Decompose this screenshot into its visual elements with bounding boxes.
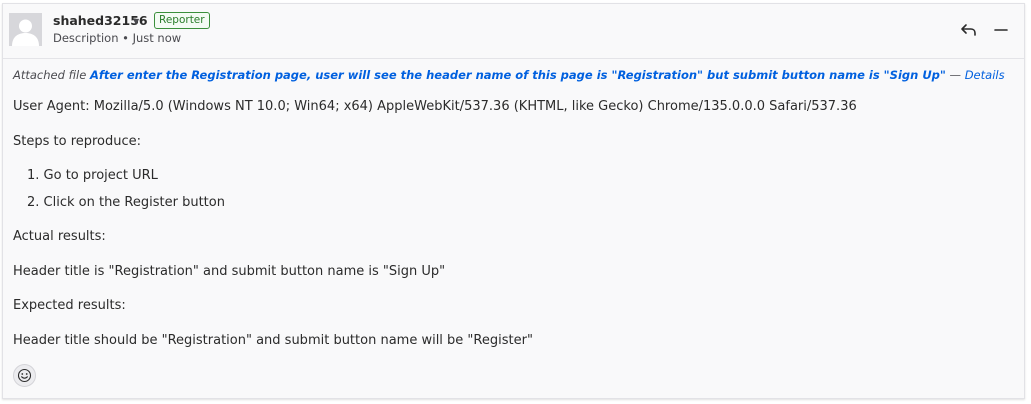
comment-header: shahed32156 ▼ Reporter Description • Jus… <box>3 4 1024 59</box>
list-item: 2. Click on the Register button <box>27 195 225 210</box>
attachment-link[interactable]: After enter the Registration page, user … <box>90 68 946 82</box>
default-avatar-icon[interactable] <box>9 13 42 46</box>
attachment-prefix: Attached file <box>13 68 87 82</box>
reply-icon <box>961 24 976 36</box>
actual-results-heading: Actual results: <box>13 229 106 244</box>
smiley-icon <box>17 368 32 383</box>
list-item: 1. Go to project URL <box>27 168 158 183</box>
expected-results-text: Header title should be "Registration" an… <box>13 333 533 348</box>
collapse-button[interactable] <box>991 20 1011 40</box>
chevron-down-icon[interactable]: ▼ <box>133 17 139 26</box>
user-agent-text: User Agent: Mozilla/5.0 (Windows NT 10.0… <box>13 99 857 114</box>
attachment-separator: — <box>949 68 962 82</box>
comment-card: shahed32156 ▼ Reporter Description • Jus… <box>2 3 1025 399</box>
reply-button[interactable] <box>959 20 979 40</box>
steps-heading: Steps to reproduce: <box>13 134 142 149</box>
role-badge: Reporter <box>154 12 210 29</box>
comment-meta: Description • Just now <box>53 31 182 45</box>
minus-icon <box>994 29 1008 31</box>
attachment-details-link[interactable]: Details <box>965 68 1005 82</box>
expected-results-heading: Expected results: <box>13 298 126 313</box>
attachment-line: Attached file After enter the Registrati… <box>13 68 1005 82</box>
actual-results-text: Header title is "Registration" and submi… <box>13 264 446 279</box>
add-reaction-button[interactable] <box>13 364 36 387</box>
